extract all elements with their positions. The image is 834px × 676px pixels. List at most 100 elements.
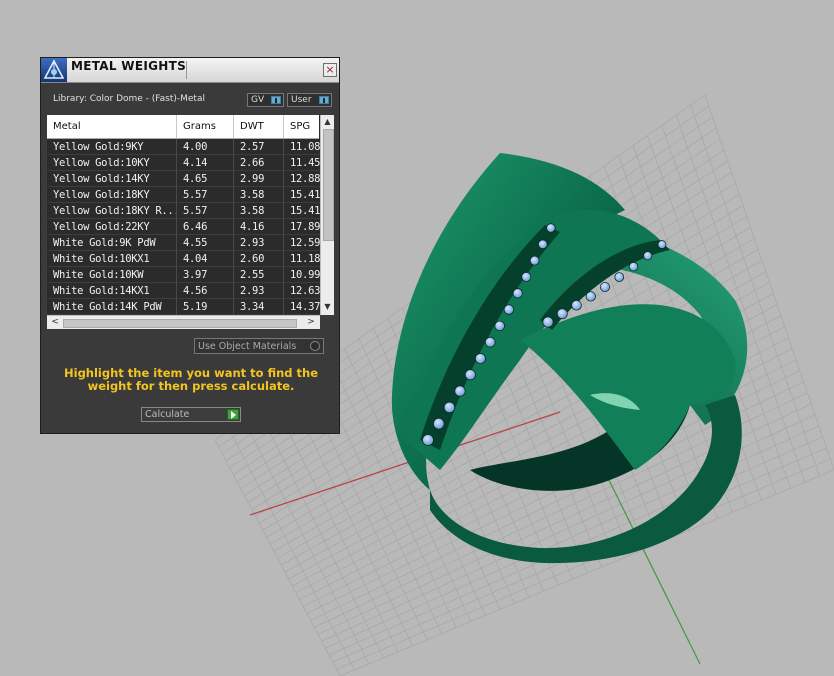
table-row[interactable]: White Gold:14K PdW 5.19 3.34 14.37 [47,299,324,315]
gem [571,299,582,311]
cell-spg: 12.59 [284,235,324,251]
table-row[interactable]: White Gold:10KW 3.97 2.55 10.99 [47,267,324,283]
vertical-scrollbar[interactable]: ▲ ▼ [320,115,334,315]
gem [546,223,556,233]
table-row[interactable]: Yellow Gold:9KY 4.00 2.57 11.08 [47,139,324,155]
gem [454,385,466,397]
cell-metal: Yellow Gold:18KY R... [47,203,177,219]
table-header: Metal Grams DWT SPG [47,115,319,139]
cell-metal: White Gold:10KW [47,267,177,283]
use-object-materials-label: Use Object Materials [198,341,297,352]
column-header-dwt[interactable]: DWT [234,115,284,138]
gem [432,417,445,430]
gem [585,291,596,302]
cell-metal: White Gold:14KX1 [47,283,177,299]
column-header-grams[interactable]: Grams [177,115,234,138]
cell-dwt: 2.66 [234,155,284,171]
radio-icon[interactable] [310,341,320,351]
gem [521,271,532,282]
cell-dwt: 2.60 [234,251,284,267]
cell-dwt: 3.58 [234,203,284,219]
gv-toggle[interactable]: GV [247,93,284,107]
cell-dwt: 4.16 [234,219,284,235]
cell-grams: 5.19 [177,299,234,315]
scroll-left-icon[interactable]: < [49,316,61,329]
instruction-text: Highlight the item you want to find the … [64,366,318,393]
table-row[interactable]: Yellow Gold:18KY 5.57 3.58 15.41 [47,187,324,203]
cell-grams: 4.55 [177,235,234,251]
calculate-button[interactable]: Calculate [141,407,241,422]
gem [643,251,653,261]
use-object-materials-option[interactable]: Use Object Materials [194,338,324,354]
cell-spg: 11.08 [284,139,324,155]
gv-toggle-label: GV [251,95,265,105]
table-row[interactable]: White Gold:9K PdW 4.55 2.93 12.59 [47,235,324,251]
cell-spg: 11.45 [284,155,324,171]
vertical-scroll-thumb[interactable] [323,129,334,241]
table-row[interactable]: Yellow Gold:22KY 6.46 4.16 17.89 [47,219,324,235]
table-row[interactable]: Yellow Gold:14KY 4.65 2.99 12.88 [47,171,324,187]
cell-spg: 12.63 [284,283,324,299]
gem [538,239,548,250]
horizontal-scrollbar[interactable]: < > [47,315,320,329]
cell-spg: 15.41 [284,203,324,219]
metal-weights-panel: METAL WEIGHTS × Library: Color Dome - (F… [40,57,340,434]
scroll-down-icon[interactable]: ▼ [321,301,334,313]
user-toggle-label: User [291,95,312,105]
cell-dwt: 2.99 [234,171,284,187]
gem [556,308,568,320]
cell-grams: 6.46 [177,219,234,235]
cell-spg: 12.88 [284,171,324,187]
play-arrow-icon [227,409,239,420]
gem [628,261,639,272]
table-row[interactable]: Yellow Gold:10KY 4.14 2.66 11.45 [47,155,324,171]
table-row[interactable]: Yellow Gold:18KY R... 5.57 3.58 15.41 [47,203,324,219]
table-row[interactable]: White Gold:14KX1 4.56 2.93 12.63 [47,283,324,299]
scroll-up-icon[interactable]: ▲ [321,116,334,128]
cell-dwt: 2.57 [234,139,284,155]
close-icon: × [325,63,335,76]
library-label: Library: Color Dome - (Fast)-Metal [53,94,205,104]
toggle-knob-icon [271,96,281,104]
close-button[interactable]: × [323,63,337,77]
cell-grams: 3.97 [177,267,234,283]
cell-dwt: 2.93 [234,283,284,299]
gem [512,288,523,299]
gem [542,316,554,328]
gem [657,240,667,249]
gem [614,272,625,282]
gem [464,369,476,381]
panel-title: METAL WEIGHTS [71,59,187,73]
cell-dwt: 3.34 [234,299,284,315]
horizontal-scroll-thumb[interactable] [63,319,297,328]
cell-spg: 11.18 [284,251,324,267]
cell-metal: Yellow Gold:10KY [47,155,177,171]
gem [474,353,486,364]
cell-grams: 4.65 [177,171,234,187]
gem [443,401,456,414]
cell-grams: 4.04 [177,251,234,267]
cell-metal: Yellow Gold:18KY [47,187,177,203]
app-icon [41,58,67,82]
column-header-metal[interactable]: Metal [47,115,177,138]
gem [484,336,496,348]
metal-table[interactable]: Metal Grams DWT SPG Yellow Gold:9KY 4.00… [47,115,334,315]
cell-dwt: 3.58 [234,187,284,203]
gem [422,434,434,446]
cell-spg: 14.37 [284,299,324,315]
scroll-right-icon[interactable]: > [305,316,317,329]
user-toggle[interactable]: User [287,93,332,107]
cell-spg: 15.41 [284,187,324,203]
cell-spg: 10.99 [284,267,324,283]
title-divider [186,61,187,79]
cell-grams: 4.56 [177,283,234,299]
cell-metal: White Gold:14K PdW [47,299,177,315]
cell-metal: Yellow Gold:9KY [47,139,177,155]
cell-metal: Yellow Gold:14KY [47,171,177,187]
table-row[interactable]: White Gold:10KX1 4.04 2.60 11.18 [47,251,324,267]
panel-titlebar[interactable]: METAL WEIGHTS × [41,58,339,83]
cell-grams: 4.00 [177,139,234,155]
column-header-spg[interactable]: SPG [284,115,324,138]
cell-metal: White Gold:9K PdW [47,235,177,251]
gem [494,320,505,332]
